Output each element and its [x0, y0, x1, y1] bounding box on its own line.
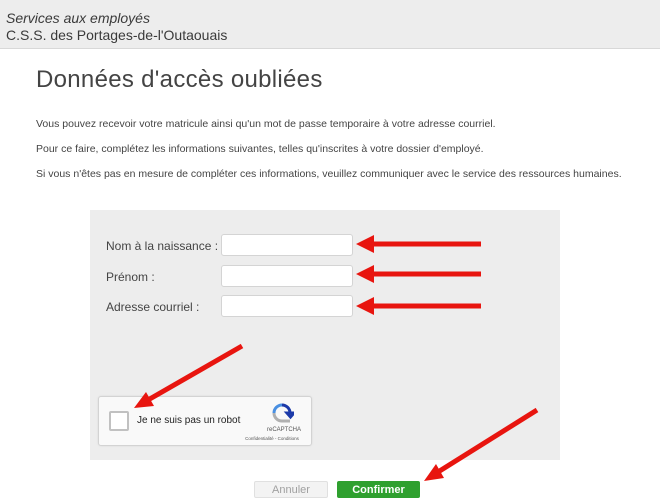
header-organization: C.S.S. des Portages-de-l'Outaouais [6, 27, 228, 43]
help-paragraph: Si vous n'êtes pas en mesure de compléte… [36, 168, 622, 180]
first-name-label: Prénom : [106, 270, 155, 284]
recaptcha-label: Je ne suis pas un robot [137, 415, 241, 426]
app-header: Services aux employés C.S.S. des Portage… [0, 0, 660, 49]
page-title: Données d'accès oubliées [36, 66, 323, 93]
header-service-name: Services aux employés [6, 10, 150, 26]
email-label: Adresse courriel : [106, 300, 200, 314]
recaptcha-brand: reCAPTCHA [266, 427, 301, 433]
intro-paragraph: Vous pouvez recevoir votre matricule ain… [36, 118, 496, 130]
first-name-input[interactable] [221, 265, 353, 287]
recaptcha-links[interactable]: Confidentialité - Conditions [232, 436, 312, 441]
recaptcha-checkbox[interactable] [109, 411, 129, 431]
email-input[interactable] [221, 295, 353, 317]
instructions-paragraph: Pour ce faire, complétez les information… [36, 143, 484, 155]
recaptcha-logo-icon [272, 403, 294, 423]
birth-name-input[interactable] [221, 234, 353, 256]
recaptcha-widget: Je ne suis pas un robot reCAPTCHA Confid… [98, 396, 312, 446]
birth-name-label: Nom à la naissance : [106, 239, 219, 253]
confirm-button[interactable]: Confirmer [337, 481, 420, 498]
cancel-button[interactable]: Annuler [254, 481, 328, 498]
